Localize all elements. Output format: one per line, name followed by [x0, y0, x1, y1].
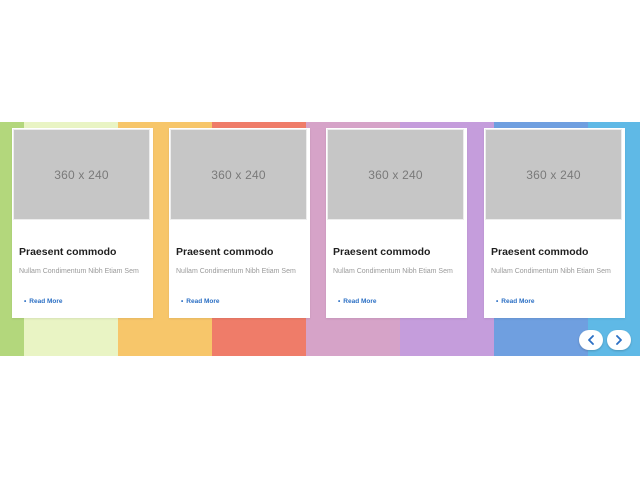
carousel-prev-button[interactable]	[579, 330, 603, 350]
read-more-label: Read More	[343, 298, 377, 305]
card-image-label: 360 x 240	[526, 167, 581, 182]
card-title[interactable]: Praesent commodo	[176, 246, 273, 258]
chevron-left-icon	[588, 335, 594, 345]
carousel-next-button[interactable]	[607, 330, 631, 350]
card-description: Nullam Condimentum Nibh Etiam Sem	[19, 268, 139, 275]
card-image-placeholder[interactable]: 360 x 240	[13, 129, 150, 220]
card-description: Nullam Condimentum Nibh Etiam Sem	[491, 268, 611, 275]
read-more-link[interactable]: • Read More	[24, 298, 63, 305]
bullet-icon: •	[181, 298, 184, 305]
read-more-link[interactable]: • Read More	[181, 298, 220, 305]
card-title[interactable]: Praesent commodo	[333, 246, 430, 258]
carousel-card-3[interactable]: 360 x 240 Praesent commodo Nullam Condim…	[326, 128, 467, 318]
bullet-icon: •	[338, 298, 341, 305]
read-more-label: Read More	[29, 298, 63, 305]
card-image-placeholder[interactable]: 360 x 240	[170, 129, 307, 220]
carousel-card-4[interactable]: 360 x 240 Praesent commodo Nullam Condim…	[484, 128, 625, 318]
card-title[interactable]: Praesent commodo	[491, 246, 588, 258]
read-more-link[interactable]: • Read More	[496, 298, 535, 305]
card-image-label: 360 x 240	[368, 167, 423, 182]
card-image-label: 360 x 240	[211, 167, 266, 182]
chevron-right-icon	[616, 335, 622, 345]
card-title[interactable]: Praesent commodo	[19, 246, 116, 258]
card-description: Nullam Condimentum Nibh Etiam Sem	[176, 268, 296, 275]
read-more-label: Read More	[186, 298, 220, 305]
bullet-icon: •	[24, 298, 27, 305]
card-image-placeholder[interactable]: 360 x 240	[485, 129, 622, 220]
carousel-card-2[interactable]: 360 x 240 Praesent commodo Nullam Condim…	[169, 128, 310, 318]
card-image-placeholder[interactable]: 360 x 240	[327, 129, 464, 220]
read-more-label: Read More	[501, 298, 535, 305]
card-image-label: 360 x 240	[54, 167, 109, 182]
carousel-card-1[interactable]: 360 x 240 Praesent commodo Nullam Condim…	[12, 128, 153, 318]
bullet-icon: •	[496, 298, 499, 305]
card-description: Nullam Condimentum Nibh Etiam Sem	[333, 268, 453, 275]
read-more-link[interactable]: • Read More	[338, 298, 377, 305]
page: 360 x 240 Praesent commodo Nullam Condim…	[0, 0, 640, 480]
